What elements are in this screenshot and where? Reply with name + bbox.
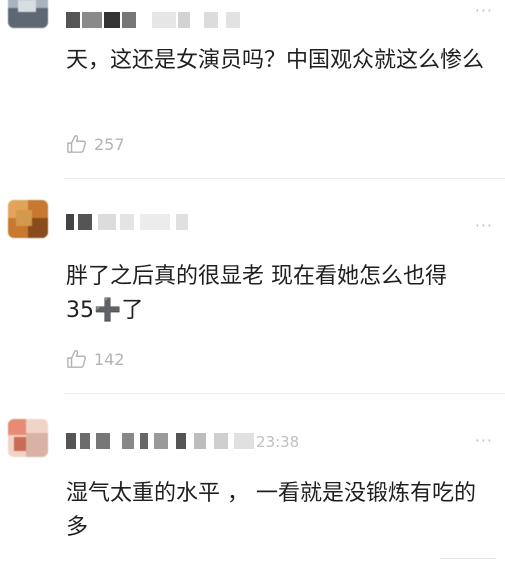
comment-time: 23:38 [256, 433, 300, 451]
like-count: 142 [94, 349, 125, 369]
comment-text: 胖了之后真的很显老 现在看她怎么也得35➕了 [66, 260, 496, 328]
comment-item: ··· 天，这还是女演员吗？中国观众就这么惨么 257 [0, 0, 505, 180]
comment-text: 湿气太重的水平 ， 一看就是没锻炼有吃的多 [66, 481, 476, 540]
thumbs-up-outline-icon [67, 350, 87, 368]
avatar[interactable] [8, 419, 48, 457]
avatar[interactable] [8, 200, 48, 238]
divider [440, 558, 495, 559]
more-dots-icon[interactable]: ··· [475, 3, 493, 19]
like-button[interactable]: 257 [66, 133, 125, 155]
avatar[interactable] [8, 0, 48, 28]
like-button[interactable]: 142 [66, 348, 125, 370]
more-dots-icon[interactable]: ··· [475, 433, 493, 449]
comment-text-end: 了 [121, 298, 144, 323]
comment-item: 23:38 ··· 湿气太重的水平 ， 一看就是没锻炼有吃的多 [0, 395, 505, 561]
thumbs-up-outline-icon [67, 135, 87, 153]
plus-emoji: ➕ [94, 298, 122, 323]
comment-item: ··· 胖了之后真的很显老 现在看她怎么也得35➕了 142 [0, 180, 505, 395]
divider [64, 393, 505, 394]
divider [64, 178, 505, 179]
more-dots-icon[interactable]: ··· [475, 218, 493, 234]
comment-text: 天，这还是女演员吗？中国观众就这么惨么 [66, 48, 485, 73]
like-count: 257 [94, 134, 125, 154]
